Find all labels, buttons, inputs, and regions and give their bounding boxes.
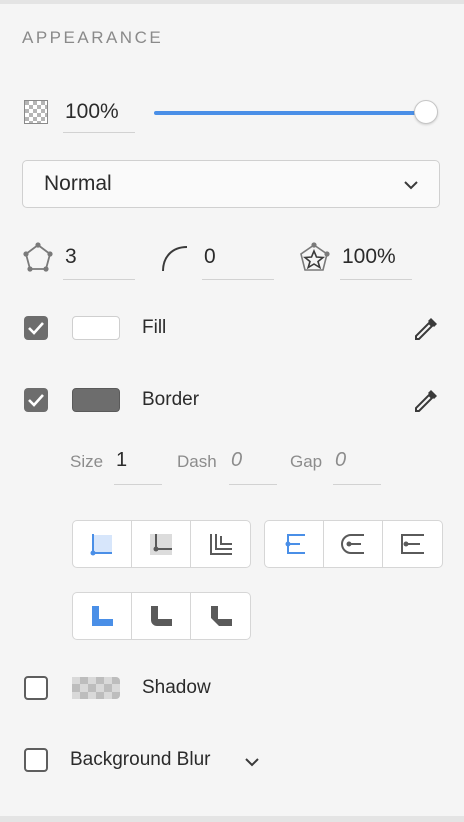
cap-round-button[interactable] <box>324 521 383 567</box>
border-outside-button[interactable] <box>191 521 250 567</box>
polygon-sides-input[interactable]: 3 <box>63 243 135 280</box>
top-divider <box>0 0 464 4</box>
shadow-checkbox[interactable] <box>24 676 48 700</box>
border-dash-input[interactable]: 0 <box>229 446 277 485</box>
join-round-icon <box>151 606 172 626</box>
opacity-checker-icon <box>24 100 48 124</box>
polygon-icon <box>21 241 55 280</box>
line-cap-group <box>264 520 443 568</box>
join-miter-button[interactable] <box>73 593 132 639</box>
line-join-group <box>72 592 251 640</box>
border-label: Border <box>142 389 200 410</box>
border-center-icon <box>150 534 172 555</box>
fill-label: Fill <box>142 317 167 338</box>
cap-round-icon <box>341 534 364 554</box>
cap-square-icon <box>400 534 424 554</box>
border-size-input[interactable]: 1 <box>114 446 162 485</box>
fill-color-swatch[interactable] <box>72 316 120 340</box>
border-outside-icon <box>209 534 232 555</box>
border-gap-input[interactable]: 0 <box>333 446 381 485</box>
border-dash-label: Dash <box>177 452 217 471</box>
border-position-group <box>72 520 251 568</box>
eyedropper-icon[interactable] <box>410 313 442 350</box>
border-inside-button[interactable] <box>73 521 132 567</box>
eyedropper-icon[interactable] <box>410 385 442 422</box>
join-miter-icon <box>92 606 113 626</box>
cap-square-button[interactable] <box>383 521 442 567</box>
corner-radius-icon <box>160 243 190 278</box>
section-title: APPEARANCE <box>22 28 164 47</box>
border-center-button[interactable] <box>132 521 191 567</box>
shadow-swatch[interactable] <box>72 677 120 704</box>
chevron-down-icon[interactable] <box>244 755 260 773</box>
opacity-slider-thumb[interactable] <box>414 100 438 124</box>
border-gap-label: Gap <box>290 452 323 471</box>
border-color-swatch[interactable] <box>72 388 120 412</box>
opacity-input[interactable]: 100% <box>63 98 135 133</box>
fill-checkbox[interactable] <box>24 316 48 340</box>
join-bevel-icon <box>210 606 232 626</box>
border-inside-icon <box>90 534 112 556</box>
shadow-label: Shadow <box>142 677 211 698</box>
corner-radius-input[interactable]: 0 <box>202 243 274 280</box>
blend-mode-select[interactable]: Normal <box>22 160 440 208</box>
star-ratio-input[interactable]: 100% <box>340 243 412 280</box>
border-checkbox[interactable] <box>24 388 48 412</box>
border-size-label: Size <box>70 452 104 471</box>
cap-butt-icon <box>285 534 305 554</box>
blend-mode-value: Normal <box>44 172 112 195</box>
bottom-divider <box>0 816 464 822</box>
star-ratio-icon <box>298 241 332 280</box>
opacity-slider-track[interactable] <box>154 111 426 115</box>
background-blur-label: Background Blur <box>70 749 211 770</box>
join-bevel-button[interactable] <box>191 593 250 639</box>
chevron-down-icon <box>403 178 419 196</box>
join-round-button[interactable] <box>132 593 191 639</box>
background-blur-checkbox[interactable] <box>24 748 48 772</box>
cap-butt-button[interactable] <box>265 521 324 567</box>
